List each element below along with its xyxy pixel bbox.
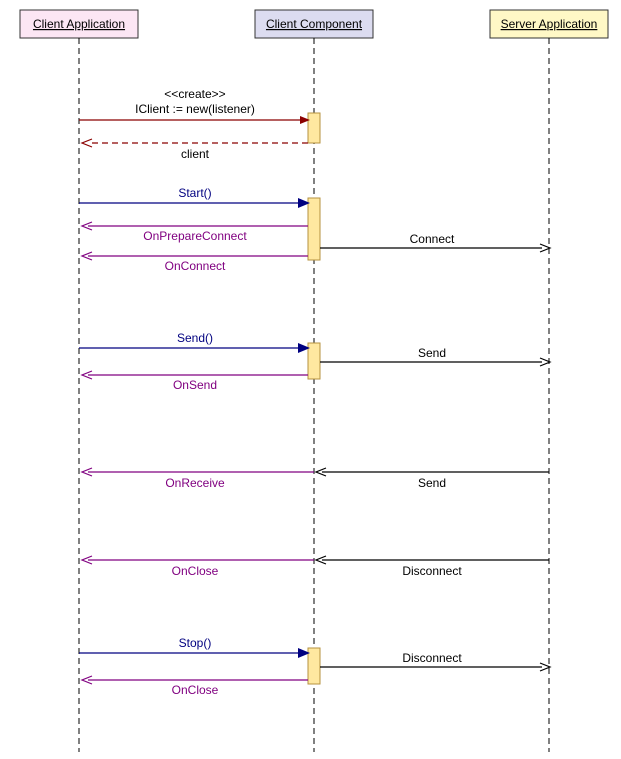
msg-stop-label: Stop(): [179, 636, 212, 650]
msg-create-stereotype: <<create>>: [164, 87, 225, 101]
sequence-diagram: Client Application Client Component Serv…: [0, 0, 621, 759]
activation-start: [308, 198, 320, 260]
msg-onconnect-label: OnConnect: [165, 259, 226, 273]
msg-send-call-label: Send(): [177, 331, 213, 345]
msg-onprepareconnect-label: OnPrepareConnect: [143, 229, 247, 243]
activation-stop: [308, 648, 320, 684]
msg-onsend-label: OnSend: [173, 378, 217, 392]
msg-create-return-label: client: [181, 147, 210, 161]
msg-onclose-1-label: OnClose: [172, 564, 219, 578]
lifeline-server-application-label: Server Application: [501, 17, 598, 31]
msg-disconnect-1-label: Disconnect: [402, 564, 462, 578]
msg-start-label: Start(): [178, 186, 211, 200]
msg-disconnect-2-label: Disconnect: [402, 651, 462, 665]
activation-send: [308, 343, 320, 379]
msg-connect-label: Connect: [410, 232, 455, 246]
msg-create-call-label: IClient := new(listener): [135, 102, 255, 116]
msg-onclose-2-label: OnClose: [172, 683, 219, 697]
activation-create: [308, 113, 320, 143]
lifeline-client-component-label: Client Component: [266, 17, 363, 31]
msg-server-send-label: Send: [418, 476, 446, 490]
lifeline-client-application-label: Client Application: [33, 17, 125, 31]
msg-onreceive-label: OnReceive: [165, 476, 225, 490]
msg-send-server-label: Send: [418, 346, 446, 360]
